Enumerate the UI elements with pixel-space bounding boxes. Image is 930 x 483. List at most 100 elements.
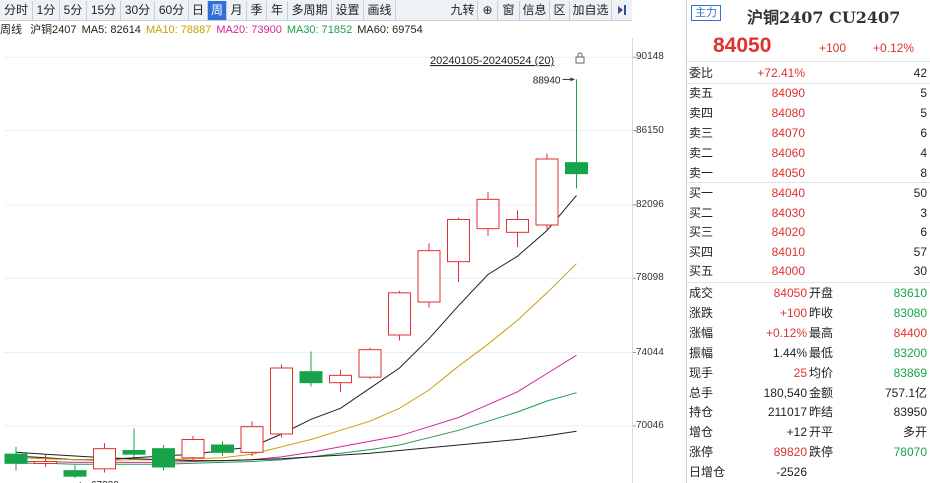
stat-label: 昨收 — [809, 305, 834, 320]
period-tab-year[interactable]: 年 — [267, 1, 288, 20]
period-name: 周线 — [0, 24, 22, 36]
candle-10 — [299, 351, 323, 387]
weibi-value: +72.41% — [757, 66, 805, 80]
collapse-panel-icon[interactable] — [612, 1, 632, 20]
ma-lines — [15, 195, 577, 465]
candle-body-8 — [240, 426, 264, 453]
stat-label: 涨幅 — [689, 325, 714, 340]
period-tab-quarter[interactable]: 季 — [247, 1, 267, 20]
candle-body-7 — [211, 444, 234, 453]
ma-indicator-line: 周线 沪铜2407 MA5: 82614 MA10: 78887 MA20: 739… — [0, 22, 632, 38]
ask-row-3[interactable]: 卖二 84060 4 — [687, 143, 930, 163]
candle-body-6 — [181, 439, 205, 459]
candle-4 — [122, 428, 146, 458]
ask-volume: 5 — [920, 106, 927, 120]
bid-label: 买一 — [689, 186, 714, 200]
stat-label: 最高 — [809, 325, 834, 340]
bid-row-3[interactable]: 买四 84010 57 — [687, 242, 930, 262]
add-watchlist-button[interactable]: 加自选 — [570, 1, 612, 20]
price-tick-label-1: 86150 — [636, 124, 664, 136]
instrument-name: 沪铜2407 — [30, 24, 77, 36]
period-tab-1min[interactable]: 1分 — [33, 1, 60, 20]
ask-price: 84080 — [771, 106, 805, 120]
max-marker-arrow — [570, 77, 575, 82]
period-tab-5min[interactable]: 5分 — [60, 1, 87, 20]
price-tick-label-2: 82096 — [636, 198, 664, 210]
candle-16 — [476, 192, 500, 236]
bid-row-4[interactable]: 买五 84000 30 — [687, 261, 930, 281]
ma-value-2: MA20: 73900 — [216, 24, 282, 36]
stat-label: 日增仓 — [689, 465, 726, 480]
candle-5 — [152, 445, 175, 471]
stat-value: 84400 — [893, 325, 927, 340]
ask-row-0[interactable]: 卖五 84090 5 — [687, 83, 930, 103]
stat-label: 总手 — [689, 385, 714, 400]
candle-0 — [4, 446, 28, 471]
window-button[interactable]: 窗 — [498, 1, 520, 20]
period-tab-minute[interactable]: 分时 — [0, 1, 33, 20]
info-button[interactable]: 信息 — [520, 1, 550, 20]
candle-3 — [93, 443, 116, 473]
candle-body-18 — [535, 158, 559, 226]
candle-body-2 — [63, 470, 87, 477]
bid-price: 84030 — [771, 205, 805, 220]
candle-7 — [211, 441, 234, 456]
ask-volume: 6 — [920, 126, 927, 140]
last-price: 84050 — [713, 34, 772, 57]
stat-value: 84050 — [773, 286, 807, 300]
weibi-num: 42 — [913, 66, 927, 80]
candle-11 — [329, 369, 352, 392]
period-tab-60min[interactable]: 60分 — [155, 1, 189, 20]
stat-row-5: 总手 180,540 金额 757.1亿 — [687, 383, 930, 403]
bid-row-2[interactable]: 买三 84020 6 — [687, 222, 930, 242]
ask-row-2[interactable]: 卖三 84070 6 — [687, 123, 930, 143]
stat-value: +0.12% — [765, 325, 807, 340]
bid-volume: 3 — [920, 205, 927, 220]
period-tab-week[interactable]: 周 — [208, 1, 227, 20]
ask-label: 卖一 — [689, 166, 714, 180]
stat-value: 89820 — [773, 445, 807, 460]
bid-volume: 6 — [920, 225, 927, 240]
stat-value: 1.44% — [772, 345, 807, 360]
bid-price: 84020 — [771, 225, 805, 240]
bid-label: 买四 — [689, 244, 714, 259]
range-button[interactable]: 区 — [550, 1, 570, 20]
candle-body-19 — [565, 162, 588, 175]
multi-period-button[interactable]: 多周期 — [288, 1, 332, 20]
draw-line-button[interactable]: 画线 — [364, 1, 396, 20]
stat-label: 跌停 — [809, 445, 834, 460]
stat-value: 757.1亿 — [884, 385, 927, 400]
period-tab-month[interactable]: 月 — [227, 1, 247, 20]
ask-volume: 5 — [920, 86, 927, 100]
period-tab-30min[interactable]: 30分 — [121, 1, 155, 20]
stat-value: 83610 — [893, 286, 927, 300]
period-tab-day[interactable]: 日 — [189, 1, 208, 20]
stat-value: 180,540 — [763, 385, 807, 400]
bid-price: 84010 — [771, 244, 805, 259]
candle-body-9 — [270, 367, 293, 435]
stat-value: 78070 — [893, 445, 927, 460]
ask-price: 84060 — [771, 146, 805, 160]
settings-button[interactable]: 设置 — [332, 1, 364, 20]
stat-value: 多开 — [902, 425, 927, 440]
candle-body-3 — [93, 448, 116, 470]
bid-row-0[interactable]: 买一 84040 50 — [687, 183, 930, 203]
panel-header: 主力 沪铜2407 CU2407 — [687, 0, 930, 30]
period-tab-15min[interactable]: 15分 — [87, 1, 121, 20]
mode-badge[interactable]: 主力 — [691, 5, 721, 21]
ask-row-1[interactable]: 卖四 84080 5 — [687, 103, 930, 123]
stat-value: +12 — [786, 425, 807, 440]
candle-body-14 — [417, 250, 441, 303]
stat-value: 25 — [793, 365, 807, 380]
weekly-candlestick-chart[interactable]: 889406720020240105-20240524 (20) — [0, 38, 686, 483]
candle-body-17 — [506, 219, 529, 233]
candle-1 — [34, 454, 57, 467]
stat-row-9: 日增仓 -2526 — [687, 462, 930, 482]
toolbox-icon[interactable]: ⊕ — [478, 1, 498, 20]
nine-turn-button[interactable]: 九转 — [448, 1, 478, 20]
bid-row-1[interactable]: 买二 84030 3 — [687, 203, 930, 223]
bid-price: 84000 — [771, 264, 805, 279]
stat-label: 增仓 — [689, 425, 714, 440]
candle-body-1 — [34, 461, 57, 464]
ask-row-4[interactable]: 卖一 84050 8 — [687, 163, 930, 183]
